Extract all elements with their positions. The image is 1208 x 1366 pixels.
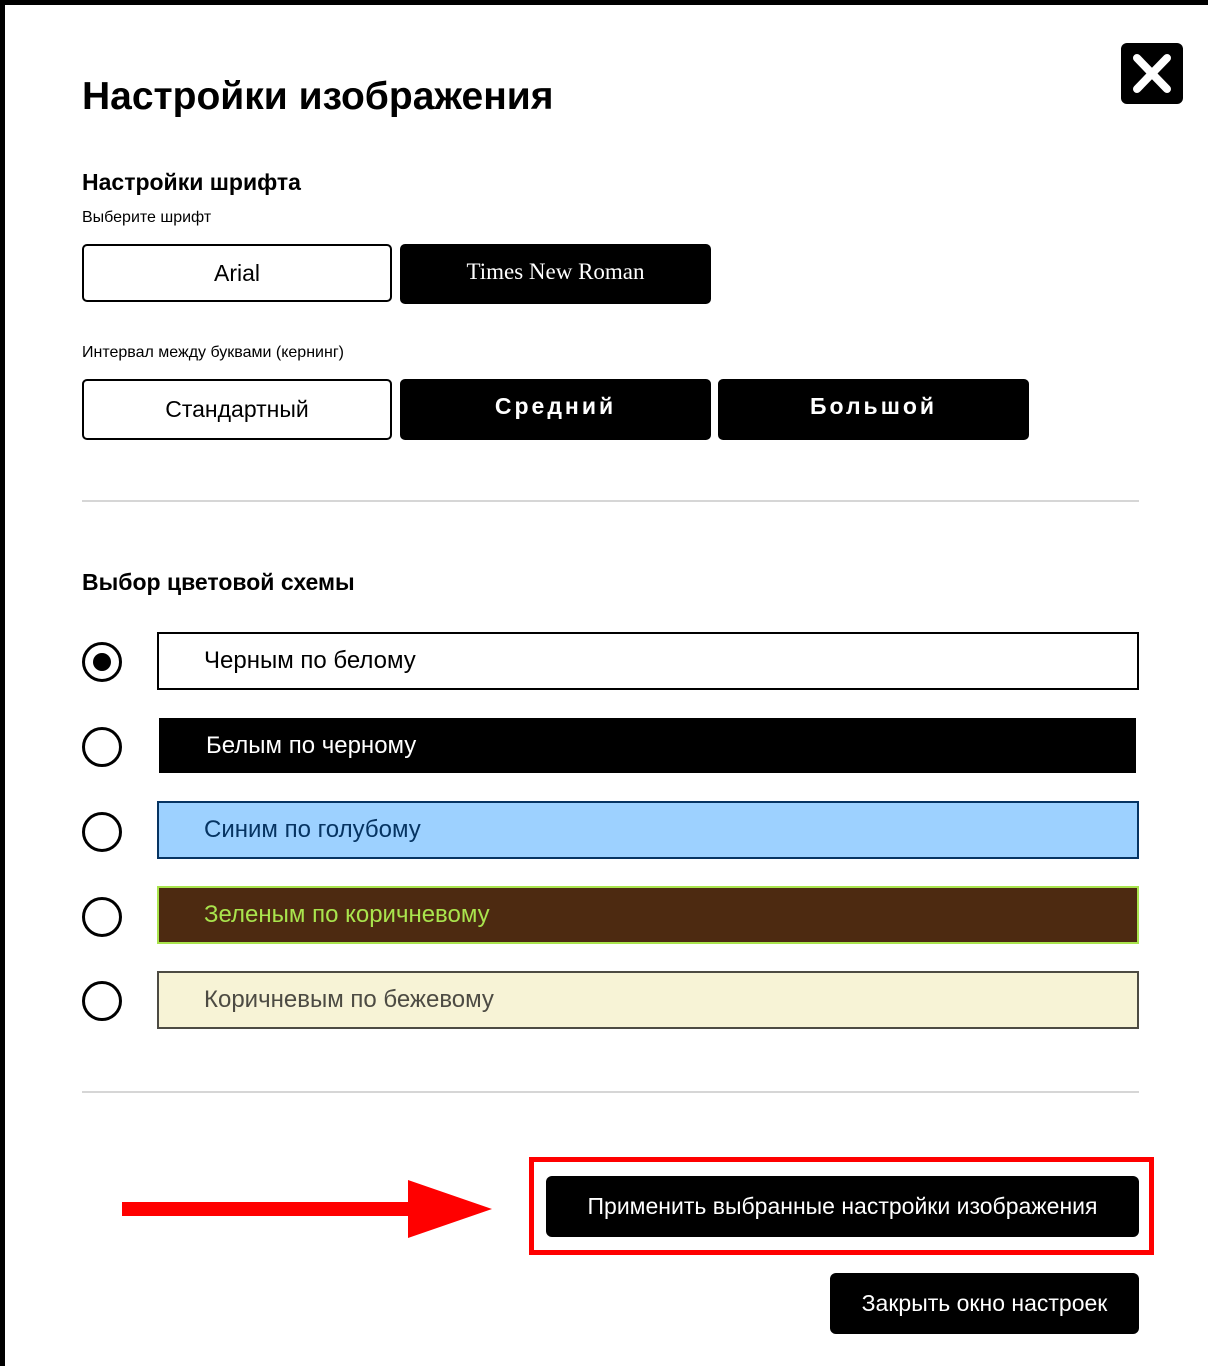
scheme-white-on-black[interactable]: Белым по черному: [159, 718, 1136, 773]
kerning-standard-button[interactable]: Стандартный: [82, 379, 392, 440]
apply-settings-button[interactable]: Применить выбранные настройки изображени…: [546, 1176, 1139, 1237]
close-settings-button[interactable]: Закрыть окно настроек: [830, 1273, 1139, 1334]
radio-white-on-black[interactable]: [82, 727, 122, 767]
divider: [82, 1091, 1139, 1093]
close-icon: [1133, 54, 1171, 93]
font-settings-heading: Настройки шрифта: [82, 169, 301, 195]
radio-brown-on-beige[interactable]: [82, 981, 122, 1021]
color-scheme-heading: Выбор цветовой схемы: [82, 569, 355, 595]
arrow-right-icon: [122, 1180, 492, 1238]
radio-green-on-brown[interactable]: [82, 897, 122, 937]
kerning-label: Интервал между буквами (кернинг): [82, 344, 344, 361]
kerning-medium-button[interactable]: Средний: [400, 379, 711, 440]
divider: [82, 500, 1139, 502]
scheme-green-on-brown[interactable]: Зеленым по коричневому: [157, 886, 1139, 944]
close-dialog-button[interactable]: [1121, 43, 1183, 104]
radio-blue-on-lightblue[interactable]: [82, 812, 122, 852]
dialog-title: Настройки изображения: [82, 75, 554, 118]
scheme-blue-on-lightblue[interactable]: Синим по голубому: [157, 801, 1139, 859]
font-choice-label: Выберите шрифт: [82, 209, 212, 226]
radio-selected-dot: [93, 653, 111, 671]
radio-black-on-white[interactable]: [82, 642, 122, 682]
font-times-new-roman-button[interactable]: Times New Roman: [400, 244, 711, 304]
scheme-black-on-white[interactable]: Черным по белому: [157, 632, 1139, 690]
kerning-large-button[interactable]: Большой: [718, 379, 1029, 440]
font-arial-button[interactable]: Arial: [82, 244, 392, 302]
scheme-brown-on-beige[interactable]: Коричневым по бежевому: [157, 971, 1139, 1029]
